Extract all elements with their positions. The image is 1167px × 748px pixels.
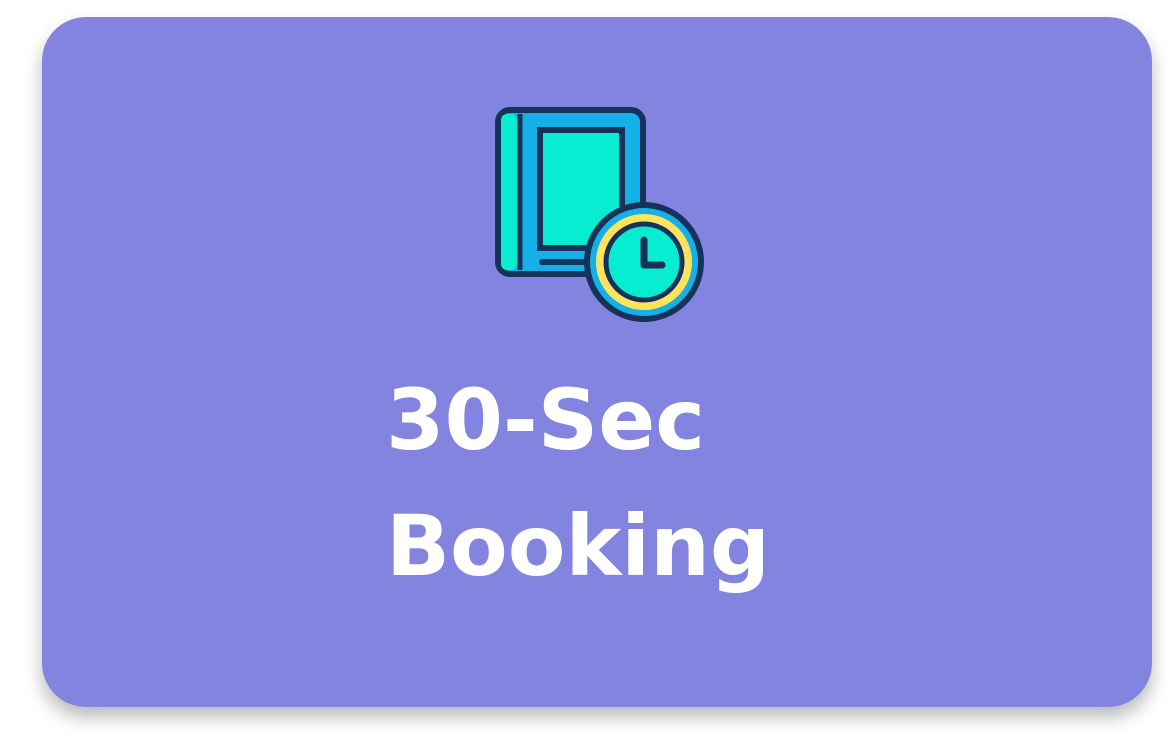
title-line-1: 30-Sec <box>386 371 706 469</box>
title-line-2: Booking <box>386 497 771 595</box>
book-with-clock-icon <box>490 102 705 322</box>
booking-card[interactable]: 30-Sec Booking <box>42 17 1152 707</box>
card-title: 30-Sec Booking <box>386 357 906 609</box>
